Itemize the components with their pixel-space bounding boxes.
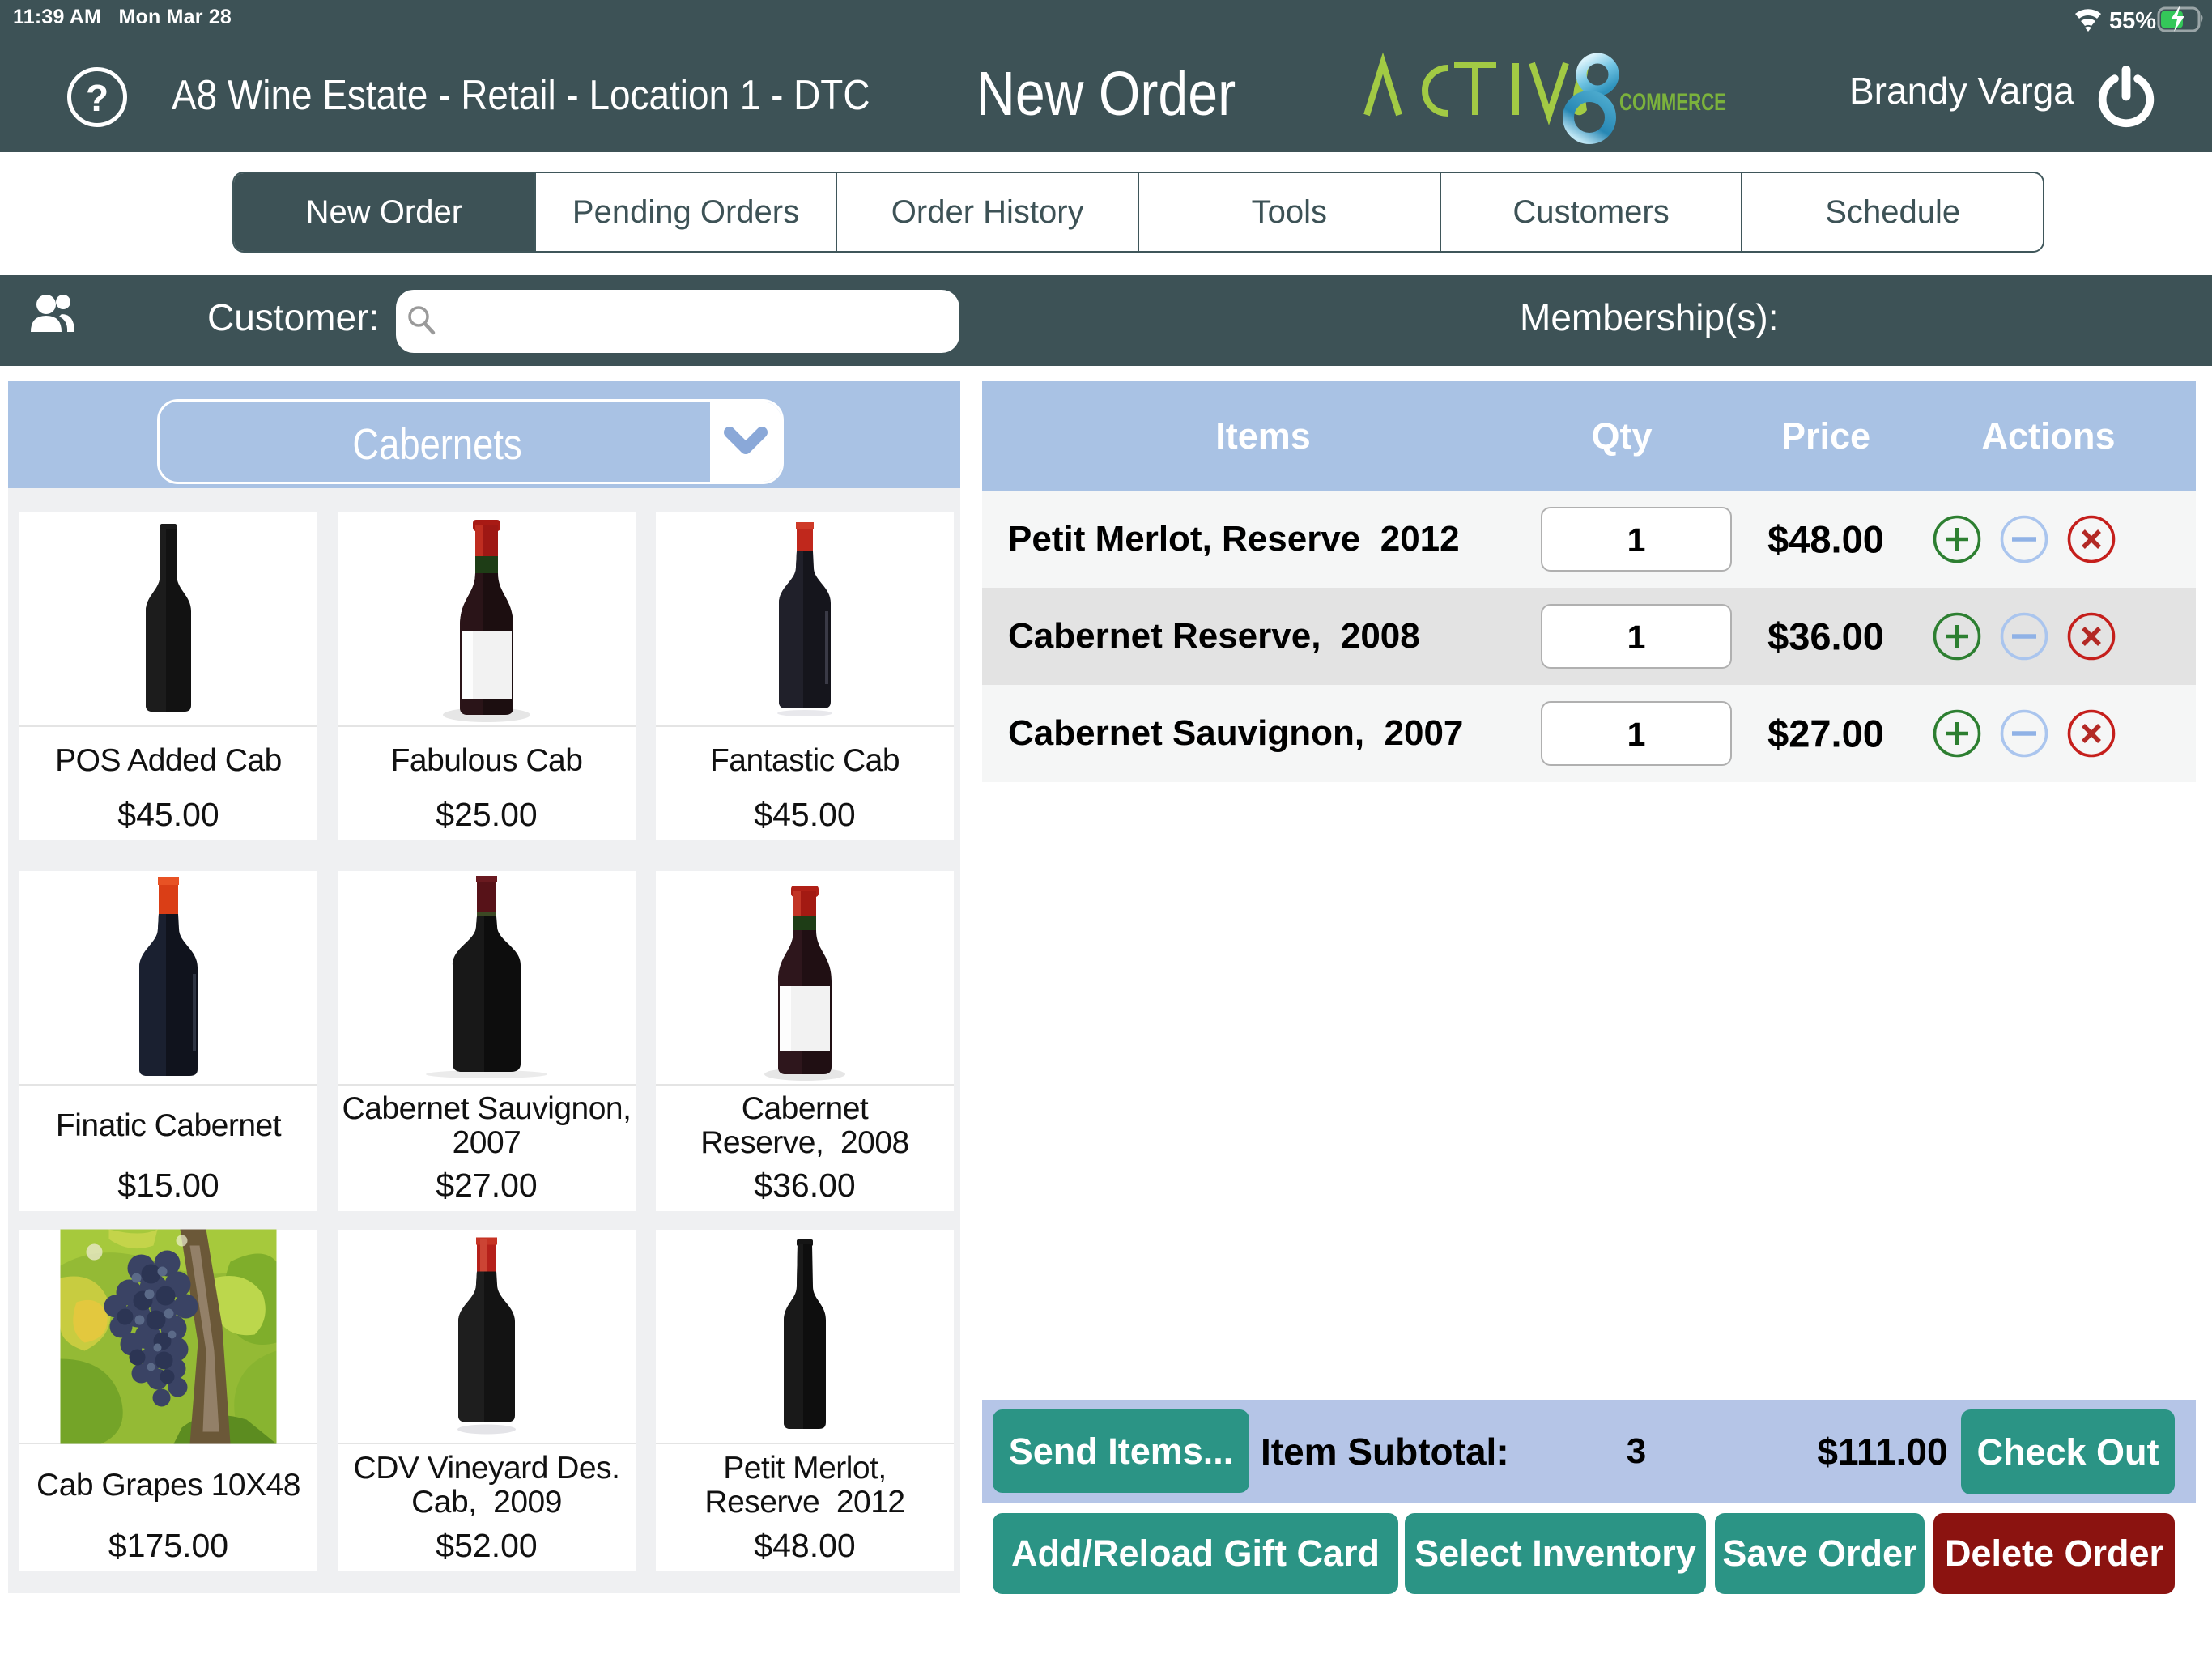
svg-text:COMMERCE: COMMERCE bbox=[1619, 89, 1726, 116]
svg-text:55%: 55% bbox=[2109, 8, 2156, 34]
